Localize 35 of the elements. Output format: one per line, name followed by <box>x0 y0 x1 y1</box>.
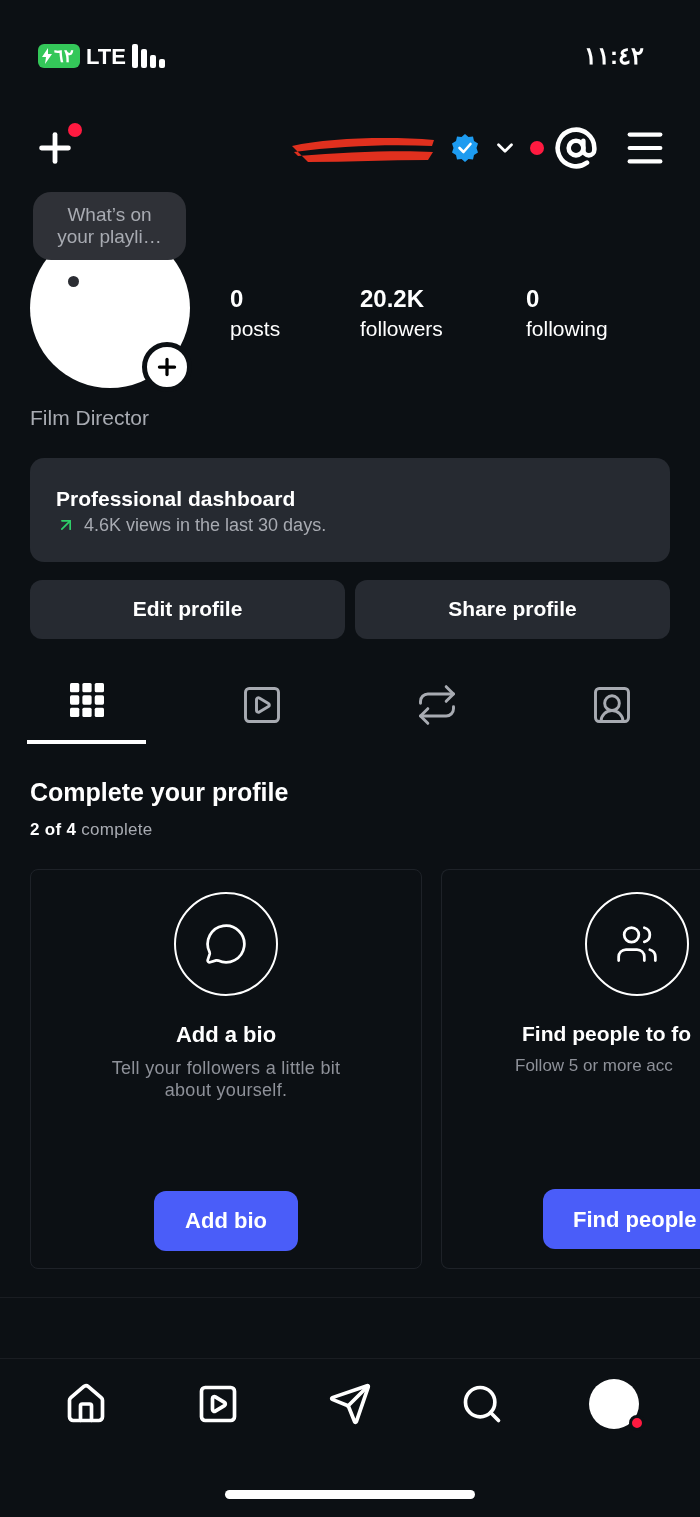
dashboard-card[interactable]: Professional dashboard 4.6K views in the last 30 days. <box>30 457 670 562</box>
stat[interactable]: 0 following <box>526 284 636 344</box>
stat-label: following <box>526 316 609 342</box>
category-label: Film Director <box>29 405 150 431</box>
card-description: Tell your followers a little bit about yourself. <box>110 1056 342 1101</box>
stat[interactable]: 20.2K followers <box>360 284 526 344</box>
progress-text: 2 of 4 complete <box>29 819 154 841</box>
profile-action-button[interactable]: Edit profile <box>30 579 345 639</box>
note-tooltip[interactable]: What’s on your playli… <box>33 192 186 260</box>
note-text: What’s on your playli… <box>56 204 163 248</box>
paper-plane-icon <box>328 1382 372 1426</box>
stat-value: 0 <box>230 284 245 314</box>
stat-label: followers <box>360 316 444 342</box>
card-title: Add a bio <box>175 1020 277 1049</box>
network-label: LTE <box>86 42 126 71</box>
profile-action-button[interactable]: Share profile <box>355 579 670 639</box>
at-sign-icon[interactable] <box>554 126 598 170</box>
section-title: Complete your profile <box>29 776 290 808</box>
dashboard-summary: 4.6K views in the last 30 days. <box>84 513 327 537</box>
clock: ١١:٤٢ <box>584 41 644 71</box>
grid-icon <box>69 682 104 717</box>
speech-bubble-icon <box>204 921 248 966</box>
signal-icon <box>131 44 168 68</box>
battery-level: ٦٢ <box>54 47 74 65</box>
stat-value: 0 <box>526 284 541 314</box>
card-action-button[interactable]: Add bio <box>154 1190 298 1251</box>
stat[interactable]: 0 posts <box>230 284 360 344</box>
profile-tab[interactable] <box>27 680 146 744</box>
stat-label: posts <box>230 316 282 342</box>
dashboard-title: Professional dashboard <box>56 485 297 512</box>
card-action-button[interactable]: Find people <box>543 1189 700 1249</box>
stat-value: 20.2K <box>360 284 426 314</box>
bolt-icon <box>42 48 52 64</box>
card-description: Follow 5 or more acc <box>515 1055 673 1077</box>
card-title: Find people to fo <box>522 1020 692 1047</box>
